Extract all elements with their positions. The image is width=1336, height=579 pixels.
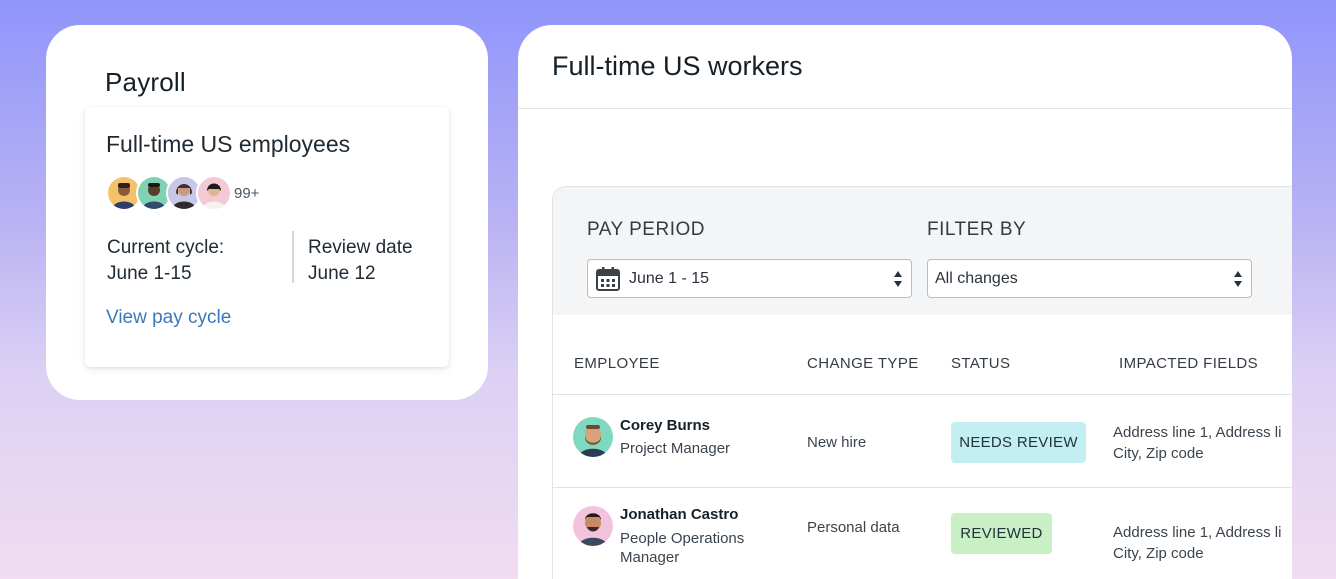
pay-period-select[interactable]: June 1 - 15 — [587, 259, 912, 298]
filter-by-label: FILTER BY — [927, 219, 1027, 240]
impacted-fields-line: City, Zip code — [1113, 545, 1204, 562]
column-header-change-type[interactable]: CHANGE TYPE — [807, 355, 919, 372]
review-date-label: Review date — [308, 237, 413, 258]
current-cycle: Current cycle: June 1-15 — [107, 235, 224, 287]
impacted-fields-line: City, Zip code — [1113, 445, 1204, 462]
impacted-fields: Address line 1, Address li City, Zip cod… — [1113, 422, 1281, 464]
table-row[interactable]: Jonathan Castro People Operations Manage… — [553, 488, 1292, 579]
impacted-fields-line: Address line 1, Address li — [1113, 524, 1282, 541]
change-type: New hire — [807, 434, 867, 451]
employee-avatar-4 — [196, 175, 232, 211]
employee-role: People Operations Manager — [620, 530, 745, 566]
employee-name[interactable]: Jonathan Castro — [620, 506, 738, 523]
employee-avatar — [573, 417, 613, 457]
filter-by-value: All changes — [935, 269, 1018, 287]
status-badge[interactable]: NEEDS REVIEW — [951, 422, 1086, 463]
more-count-badge: 99+ — [234, 184, 260, 202]
payroll-title: Payroll — [105, 67, 186, 97]
employee-role: Project Manager — [620, 440, 731, 457]
select-arrows-icon — [1234, 271, 1242, 287]
page-title: Full-time US workers — [552, 51, 803, 81]
employee-group-card[interactable]: Full-time US employees 99+ Current cycle… — [85, 107, 449, 367]
view-pay-cycle-link[interactable]: View pay cycle — [106, 307, 231, 329]
current-cycle-value: June 1-15 — [107, 263, 192, 284]
impacted-fields-line: Address line 1, Address li — [1113, 424, 1282, 441]
column-header-impacted-fields[interactable]: IMPACTED FIELDS — [1119, 355, 1258, 372]
changes-table-card: PAY PERIOD June 1 - 15 FILTER BY All cha… — [552, 186, 1292, 579]
column-header-employee[interactable]: EMPLOYEE — [574, 355, 660, 372]
impacted-fields: Address line 1, Address li City, Zip cod… — [1113, 522, 1281, 564]
avatar-stack: 99+ — [106, 175, 259, 211]
employee-avatar — [573, 506, 613, 546]
review-date: Review date June 12 — [308, 235, 413, 287]
pay-period-label: PAY PERIOD — [587, 219, 705, 240]
workers-panel: Full-time US workers PAY PERIOD June 1 -… — [518, 25, 1292, 579]
divider — [292, 231, 294, 283]
select-arrows-icon — [894, 271, 902, 287]
status-badge[interactable]: REVIEWED — [951, 513, 1052, 554]
card-title: Full-time US employees — [106, 131, 351, 157]
filter-by-select[interactable]: All changes — [927, 259, 1252, 298]
payroll-panel: Payroll Full-time US employees 99+ Curre… — [46, 25, 488, 400]
column-header-status[interactable]: STATUS — [951, 355, 1010, 372]
review-date-value: June 12 — [308, 263, 376, 284]
employee-name[interactable]: Corey Burns — [620, 417, 710, 434]
calendar-icon — [596, 266, 620, 291]
table-row[interactable]: Corey Burns Project Manager New hire NEE… — [553, 395, 1292, 488]
table-header: EMPLOYEE CHANGE TYPE STATUS IMPACTED FIE… — [553, 315, 1292, 395]
pay-period-value: June 1 - 15 — [629, 269, 710, 287]
change-type: Personal data — [807, 519, 900, 536]
filter-bar: PAY PERIOD June 1 - 15 FILTER BY All cha… — [553, 187, 1292, 315]
current-cycle-label: Current cycle: — [107, 237, 225, 258]
header-divider — [518, 108, 1292, 109]
